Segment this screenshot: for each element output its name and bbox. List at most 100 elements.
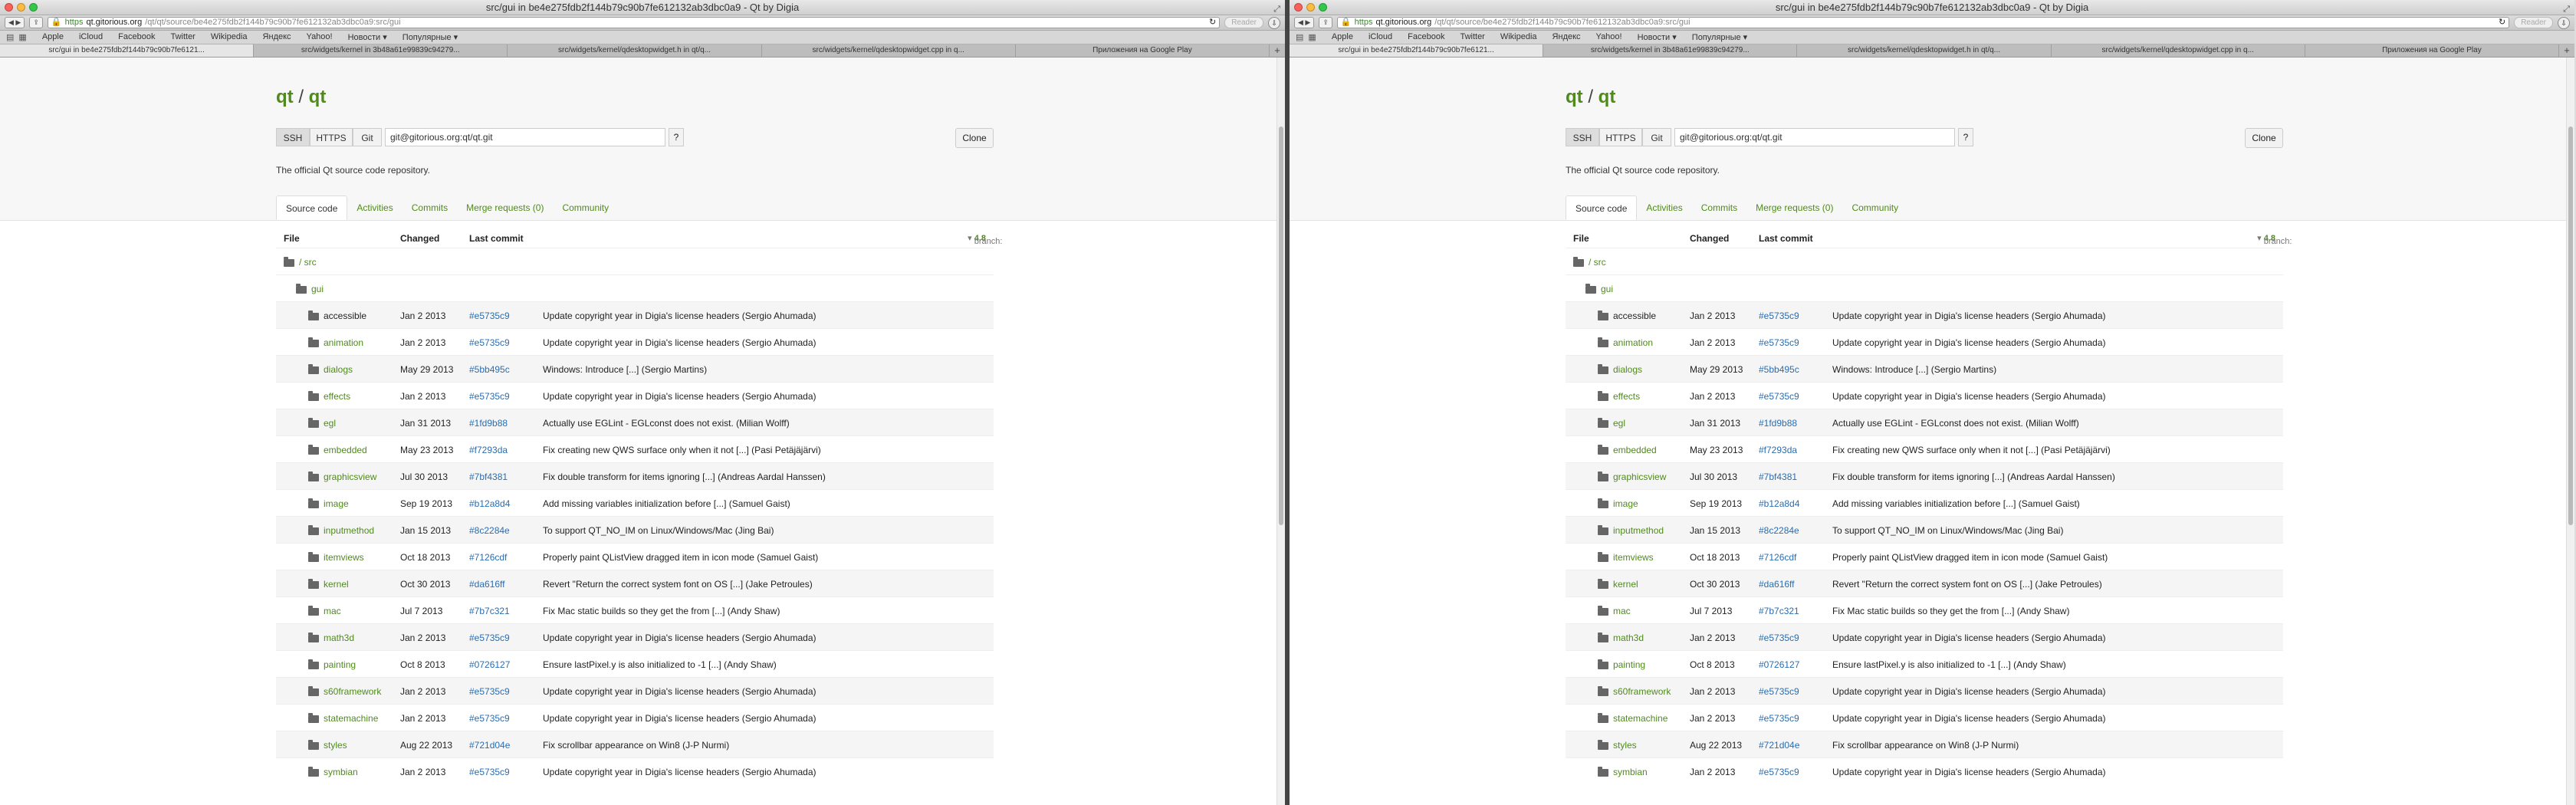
commit-sha-link[interactable]: #f7293da — [469, 445, 508, 455]
table-row[interactable]: symbian Jan 2 2013 #e5735c9 Update copyrigh… — [1566, 757, 2283, 784]
commit-sha-link[interactable]: #5bb495c — [469, 364, 510, 375]
commit-sha-link[interactable]: #0726127 — [469, 659, 510, 670]
table-row[interactable]: symbian Jan 2 2013 #e5735c9 Update copyrigh… — [276, 757, 994, 784]
table-row[interactable]: itemviews Oct 18 2013 #7126cdf Properly pai… — [1566, 543, 2283, 570]
help-button[interactable]: ? — [669, 128, 684, 146]
table-row[interactable]: graphicsview Jul 30 2013 #7bf4381 Fix doubl… — [1566, 462, 2283, 489]
bookmark-item[interactable]: iCloud — [1368, 32, 1392, 42]
protocol-ssh-button[interactable]: SSH — [276, 128, 310, 146]
table-row[interactable]: graphicsview Jul 30 2013 #7bf4381 Fix doubl… — [276, 462, 994, 489]
project-tab[interactable]: Commits — [402, 196, 457, 220]
table-row[interactable]: s60framework Jan 2 2013 #e5735c9 Update cop… — [276, 677, 994, 704]
commit-sha-link[interactable]: #7126cdf — [1759, 552, 1796, 563]
address-bar[interactable]: 🔒 https qt.gitorious.org /qt/qt/source/b… — [47, 17, 1221, 28]
share-icon[interactable]: ⇪ — [1319, 17, 1332, 28]
path-dir-row[interactable]: gui — [276, 274, 994, 301]
table-row[interactable]: math3d Jan 2 2013 #e5735c9 Update copyright… — [1566, 623, 2283, 650]
file-name-link[interactable]: painting — [1613, 659, 1645, 670]
table-row[interactable]: statemachine Jan 2 2013 #e5735c9 Update cop… — [276, 704, 994, 731]
reload-icon[interactable]: ↻ — [1209, 18, 1216, 28]
commit-sha-link[interactable]: #0726127 — [1759, 659, 1799, 670]
table-row[interactable]: mac Jul 7 2013 #7b7c321 Fix Mac static buil… — [276, 596, 994, 623]
file-name-link[interactable]: effects — [1613, 391, 1640, 402]
bookmark-item[interactable]: Wikipedia — [1500, 32, 1537, 42]
file-name-link[interactable]: image — [324, 498, 349, 509]
table-row[interactable]: image Sep 19 2013 #b12a8d4 Add missing vari… — [276, 489, 994, 516]
clone-button[interactable]: Clone — [2245, 128, 2283, 148]
bookmark-item[interactable]: Facebook — [1408, 32, 1444, 42]
bookmark-item[interactable]: Яндекс — [1552, 32, 1581, 42]
file-name-link[interactable]: statemachine — [1613, 713, 1668, 724]
file-name-link[interactable]: inputmethod — [324, 525, 374, 536]
path-root-link[interactable]: / src — [1589, 257, 1606, 268]
table-row[interactable]: embedded May 23 2013 #f7293da Fix creating … — [1566, 435, 2283, 462]
table-row[interactable]: painting Oct 8 2013 #0726127 Ensure lastPix… — [276, 650, 994, 677]
file-name-link[interactable]: symbian — [1613, 767, 1648, 777]
top-sites-icon[interactable]: ▦ — [18, 32, 26, 42]
table-row[interactable]: s60framework Jan 2 2013 #e5735c9 Update cop… — [1566, 677, 2283, 704]
commit-sha-link[interactable]: #e5735c9 — [1759, 767, 1799, 777]
commit-sha-link[interactable]: #e5735c9 — [469, 767, 510, 777]
help-button[interactable]: ? — [1958, 128, 1973, 146]
commit-sha-link[interactable]: #e5735c9 — [1759, 337, 1799, 348]
file-name-link[interactable]: itemviews — [324, 552, 364, 563]
commit-sha-link[interactable]: #7b7c321 — [1759, 606, 1799, 616]
commit-sha-link[interactable]: #e5735c9 — [469, 713, 510, 724]
protocol-https-button[interactable]: HTTPS — [310, 128, 353, 146]
commit-sha-link[interactable]: #e5735c9 — [469, 310, 510, 321]
file-name-link[interactable]: kernel — [1613, 579, 1638, 590]
file-name-link[interactable]: accessible — [1613, 310, 1656, 321]
table-row[interactable]: embedded May 23 2013 #f7293da Fix creating … — [276, 435, 994, 462]
file-name-link[interactable]: egl — [324, 418, 336, 429]
commit-sha-link[interactable]: #e5735c9 — [1759, 713, 1799, 724]
protocol-git-button[interactable]: Git — [353, 128, 382, 146]
address-bar[interactable]: 🔒 https qt.gitorious.org /qt/qt/source/b… — [1336, 17, 2510, 28]
fullscreen-icon[interactable]: ⤢ — [1273, 2, 1280, 17]
project-owner-link[interactable]: qt — [1566, 87, 1583, 107]
bookmark-item[interactable]: Яндекс — [263, 32, 291, 42]
table-row[interactable]: animation Jan 2 2013 #e5735c9 Update copyri… — [276, 328, 994, 355]
project-tab[interactable]: Source code — [1566, 196, 1638, 220]
downloads-icon[interactable]: ⇩ — [2558, 16, 2570, 29]
protocol-https-button[interactable]: HTTPS — [1599, 128, 1642, 146]
back-forward-buttons[interactable]: ◀ ▶ — [5, 17, 25, 28]
table-row[interactable]: styles Aug 22 2013 #721d04e Fix scrollbar a… — [1566, 731, 2283, 757]
back-forward-buttons[interactable]: ◀ ▶ — [1294, 17, 1315, 28]
bookmark-item[interactable]: Новости ▾ — [348, 32, 387, 42]
commit-sha-link[interactable]: #5bb495c — [1759, 364, 1799, 375]
commit-sha-link[interactable]: #1fd9b88 — [469, 418, 508, 429]
browser-tab[interactable]: Приложения на Google Play — [2305, 44, 2560, 57]
scrollbar-thumb[interactable] — [1279, 127, 1283, 525]
bookmark-item[interactable]: Yahoo! — [307, 32, 333, 42]
minimize-window-button[interactable] — [17, 3, 25, 12]
new-tab-icon[interactable]: + — [1270, 44, 1285, 57]
bookmark-item[interactable]: Популярные ▾ — [1692, 32, 1747, 42]
reload-icon[interactable]: ↻ — [2499, 18, 2505, 28]
commit-sha-link[interactable]: #8c2284e — [469, 525, 510, 536]
table-row[interactable]: image Sep 19 2013 #b12a8d4 Add missing vari… — [1566, 489, 2283, 516]
close-window-button[interactable] — [1294, 3, 1303, 12]
table-row[interactable]: egl Jan 31 2013 #1fd9b88 Actually use EGLin… — [1566, 409, 2283, 435]
commit-sha-link[interactable]: #e5735c9 — [469, 391, 510, 402]
table-row[interactable]: statemachine Jan 2 2013 #e5735c9 Update cop… — [1566, 704, 2283, 731]
file-name-link[interactable]: styles — [324, 740, 347, 751]
bookmark-item[interactable]: Twitter — [1460, 32, 1484, 42]
bookmark-item[interactable]: Facebook — [118, 32, 155, 42]
file-name-link[interactable]: kernel — [324, 579, 349, 590]
table-row[interactable]: painting Oct 8 2013 #0726127 Ensure lastPix… — [1566, 650, 2283, 677]
project-name-link[interactable]: qt — [309, 87, 327, 107]
project-tab[interactable]: Activities — [347, 196, 402, 220]
project-name-link[interactable]: qt — [1598, 87, 1616, 107]
table-row[interactable]: dialogs May 29 2013 #5bb495c Windows: Intro… — [1566, 355, 2283, 382]
file-name-link[interactable]: animation — [1613, 337, 1653, 348]
browser-tab[interactable]: src/widgets/kernel/qdesktopwidget.cpp in… — [762, 44, 1016, 57]
commit-sha-link[interactable]: #7bf4381 — [1759, 472, 1797, 482]
file-name-link[interactable]: painting — [324, 659, 356, 670]
file-name-link[interactable]: s60framework — [1613, 686, 1671, 697]
commit-sha-link[interactable]: #e5735c9 — [469, 337, 510, 348]
commit-sha-link[interactable]: #7bf4381 — [469, 472, 508, 482]
table-row[interactable]: effects Jan 2 2013 #e5735c9 Update copyrigh… — [276, 382, 994, 409]
browser-tab[interactable]: src/gui in be4e275fdb2f144b79c90b7fe6121… — [1290, 44, 1544, 57]
downloads-icon[interactable]: ⇩ — [1268, 16, 1280, 29]
share-icon[interactable]: ⇪ — [29, 17, 43, 28]
